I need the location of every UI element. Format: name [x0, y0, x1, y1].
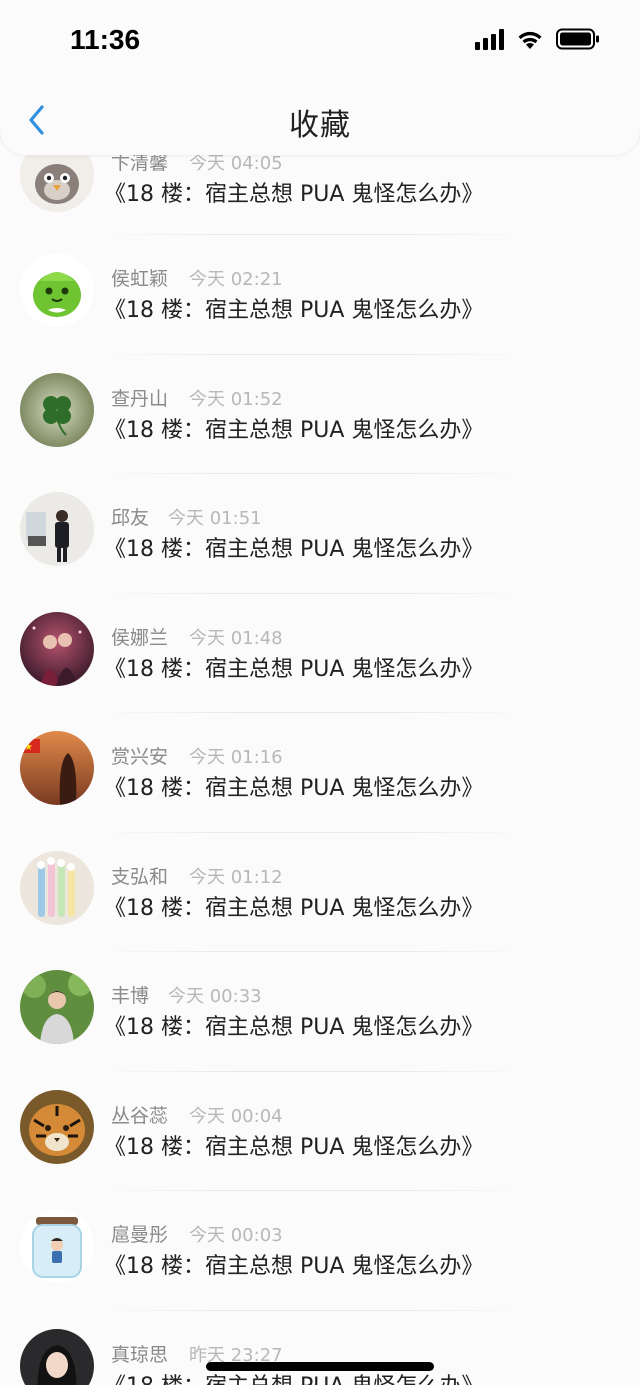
book-title: 《18 楼：宿主总想 PUA 鬼怪怎么办》	[104, 537, 484, 562]
list-item[interactable]: 邱友 今天 01:51 《18 楼：宿主总想 PUA 鬼怪怎么办》	[0, 474, 640, 594]
user-name: 扈曼彤	[111, 1224, 169, 1246]
user-name: 侯虹颖	[111, 268, 169, 290]
navigation-header: 11:36 收藏	[0, 0, 640, 155]
list-item[interactable]: 侯娜兰 今天 01:48 《18 楼：宿主总想 PUA 鬼怪怎么办》	[0, 594, 640, 713]
list-item[interactable]: 支弘和 今天 01:12 《18 楼：宿主总想 PUA 鬼怪怎么办》	[0, 833, 640, 952]
wifi-icon	[516, 28, 544, 50]
favorites-list: 卞清馨 今天 04:05 《18 楼：宿主总想 PUA 鬼怪怎么办》 侯虹颖 今…	[0, 120, 640, 1385]
list-item[interactable]: 真琼思 昨天 23:27 《18 楼：宿主总想 PUA 鬼怪怎么办》	[0, 1311, 640, 1385]
timestamp: 今天 01:52	[189, 388, 283, 410]
timestamp: 今天 01:12	[189, 866, 283, 888]
status-time: 11:36	[70, 24, 141, 55]
list-item[interactable]: 扈曼彤 今天 00:03 《18 楼：宿主总想 PUA 鬼怪怎么办》	[0, 1191, 640, 1311]
girl-avatar	[20, 1328, 94, 1385]
tiger-avatar	[20, 1089, 94, 1164]
user-name: 支弘和	[111, 865, 169, 888]
couple-avatar	[20, 611, 94, 686]
battery-icon	[556, 28, 600, 50]
home-indicator[interactable]	[206, 1362, 434, 1371]
book-title: 《18 楼：宿主总想 PUA 鬼怪怎么办》	[104, 895, 484, 921]
book-title: 《18 楼：宿主总想 PUA 鬼怪怎么办》	[104, 182, 484, 207]
sunset-flag-avatar: ★	[20, 731, 94, 805]
signal-icon	[475, 28, 504, 50]
book-title: 《18 楼：宿主总想 PUA 鬼怪怎么办》	[104, 776, 484, 801]
user-name: 丛谷蕊	[111, 1104, 169, 1127]
green-cartoon-avatar	[20, 253, 94, 327]
status-icons	[475, 28, 600, 50]
timestamp: 今天 02:21	[189, 269, 283, 290]
book-title: 《18 楼：宿主总想 PUA 鬼怪怎么办》	[104, 417, 484, 443]
list-item[interactable]: 查丹山 今天 01:52 《18 楼：宿主总想 PUA 鬼怪怎么办》	[0, 355, 640, 474]
book-title: 《18 楼：宿主总想 PUA 鬼怪怎么办》	[104, 1254, 484, 1279]
book-title: 《18 楼：宿主总想 PUA 鬼怪怎么办》	[104, 298, 484, 323]
timestamp: 今天 01:51	[168, 508, 262, 529]
book-title: 《18 楼：宿主总想 PUA 鬼怪怎么办》	[104, 1015, 484, 1040]
timestamp: 今天 00:33	[168, 986, 262, 1007]
book-title: 《18 楼：宿主总想 PUA 鬼怪怎么办》	[104, 656, 484, 682]
clover-avatar	[20, 372, 94, 447]
user-name: 丰博	[111, 985, 150, 1007]
timestamp: 今天 00:03	[189, 1225, 283, 1246]
user-name: 赏兴安	[111, 746, 169, 768]
svg-text:★: ★	[24, 742, 33, 753]
list-item[interactable]: 丰博 今天 00:33 《18 楼：宿主总想 PUA 鬼怪怎么办》	[0, 952, 640, 1072]
user-name: 真琼思	[111, 1343, 169, 1366]
timestamp: 今天 00:04	[189, 1105, 283, 1127]
user-name: 侯娜兰	[111, 626, 169, 649]
book-title: 《18 楼：宿主总想 PUA 鬼怪怎么办》	[104, 1134, 484, 1160]
timestamp: 今天 01:16	[189, 747, 283, 768]
list-item[interactable]: ★ 赏兴安 今天 01:16 《18 楼：宿主总想 PUA 鬼怪怎么办》	[0, 713, 640, 833]
office-man-avatar	[20, 492, 94, 566]
jar-avatar	[20, 1209, 94, 1283]
timestamp: 今天 01:48	[189, 627, 283, 649]
page-title: 收藏	[289, 108, 351, 143]
user-name: 查丹山	[111, 387, 169, 410]
list-item[interactable]: 侯虹颖 今天 02:21 《18 楼：宿主总想 PUA 鬼怪怎么办》	[0, 235, 640, 355]
pens-avatar	[20, 850, 94, 925]
list-item[interactable]: 丛谷蕊 今天 00:04 《18 楼：宿主总想 PUA 鬼怪怎么办》	[0, 1072, 640, 1191]
user-name: 邱友	[111, 507, 150, 529]
young-man-avatar	[20, 970, 94, 1044]
